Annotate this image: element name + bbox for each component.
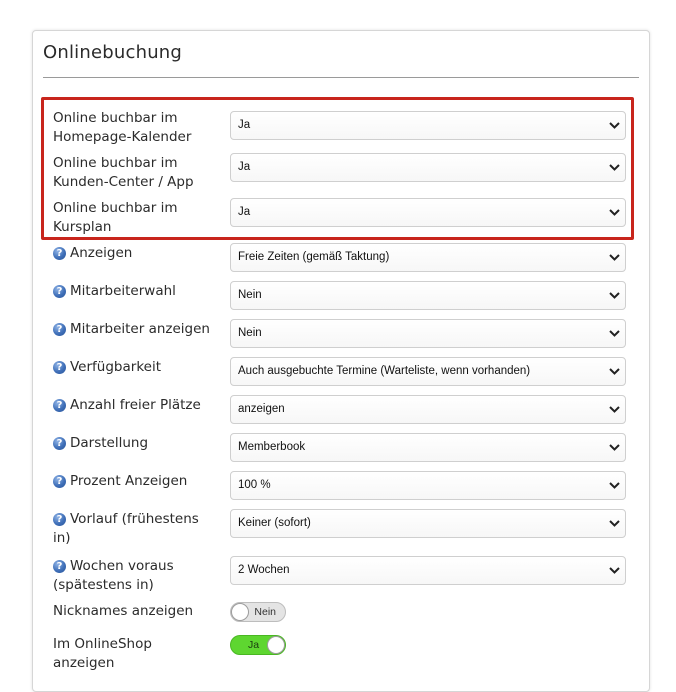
anzeigen-select[interactable]: Freie Zeiten (gemäß Taktung) (230, 243, 626, 272)
chevron-down-icon (608, 282, 622, 309)
select-value: 100 % (238, 479, 271, 491)
help-question-icon[interactable]: ? (53, 475, 66, 488)
field-label-text: Anzeigen (70, 245, 133, 261)
select-value: Keiner (sofort) (238, 517, 311, 529)
toggle-knob (267, 636, 285, 654)
field-label-text: Wochen voraus (spätestens in) (53, 558, 174, 593)
weeks-ahead-select[interactable]: 2 Wochen (230, 556, 626, 585)
title-divider (43, 77, 639, 78)
lead-time-select[interactable]: Keiner (sofort) (230, 509, 626, 538)
chevron-down-icon (608, 358, 622, 385)
chevron-down-icon (608, 112, 622, 139)
availability-select[interactable]: Auch ausgebuchte Termine (Warteliste, we… (230, 357, 626, 386)
online-booking-panel: Onlinebuchung Online buchbar im Homepage… (32, 30, 650, 692)
select-value: Ja (238, 206, 251, 218)
field-label-text: Mitarbeiter anzeigen (70, 321, 210, 337)
field-label: ? Wochen voraus (spätestens in) (53, 557, 213, 595)
select-value: 2 Wochen (238, 564, 290, 576)
onlineshop-toggle[interactable]: Ja (230, 635, 286, 655)
staff-choice-select[interactable]: Nein (230, 281, 626, 310)
field-label: ? Anzahl freier Plätze (53, 396, 221, 415)
help-question-icon[interactable]: ? (53, 247, 66, 260)
field-label-text: Verfügbarkeit (70, 359, 161, 375)
select-value: Nein (238, 327, 262, 339)
select-value: anzeigen (238, 403, 285, 415)
help-question-icon[interactable]: ? (53, 285, 66, 298)
select-value: Freie Zeiten (gemäß Taktung) (238, 251, 390, 263)
toggle-state-label: Ja (248, 639, 260, 651)
field-label-text: Darstellung (70, 435, 149, 451)
chevron-down-icon (608, 154, 622, 181)
help-question-icon[interactable]: ? (53, 560, 66, 573)
free-slots-select[interactable]: anzeigen (230, 395, 626, 424)
field-label: ? Darstellung (53, 434, 221, 453)
select-value: Ja (238, 161, 251, 173)
section-title: Onlinebuchung (43, 42, 183, 63)
chevron-down-icon (608, 557, 622, 584)
percent-select[interactable]: 100 % (230, 471, 626, 500)
field-label-text: Vorlauf (frühestens in) (53, 511, 199, 546)
chevron-down-icon (608, 199, 622, 226)
field-label: Online buchbar im Kunden-Center / App (53, 155, 194, 190)
field-label: Online buchbar im Kursplan (53, 200, 178, 235)
toggle-label: Nicknames anzeigen (53, 603, 194, 619)
nicknames-toggle[interactable]: Nein (230, 602, 286, 622)
help-question-icon[interactable]: ? (53, 361, 66, 374)
field-label: Online buchbar im Homepage-Kalender (53, 110, 192, 145)
select-value: Auch ausgebuchte Termine (Warteliste, we… (238, 365, 531, 377)
field-label: ? Mitarbeiterwahl (53, 282, 221, 301)
help-question-icon[interactable]: ? (53, 323, 66, 336)
chevron-down-icon (608, 472, 622, 499)
help-question-icon[interactable]: ? (53, 399, 66, 412)
chevron-down-icon (608, 396, 622, 423)
field-label: ? Vorlauf (frühestens in) (53, 510, 213, 548)
field-label: ? Mitarbeiter anzeigen (53, 320, 221, 339)
field-label: ? Anzeigen (53, 244, 221, 263)
help-question-icon[interactable]: ? (53, 437, 66, 450)
display-select[interactable]: Memberbook (230, 433, 626, 462)
show-staff-select[interactable]: Nein (230, 319, 626, 348)
field-label: ? Verfügbarkeit (53, 358, 221, 377)
select-value: Memberbook (238, 441, 306, 453)
chevron-down-icon (608, 244, 622, 271)
customer-center-select[interactable]: Ja (230, 153, 626, 182)
toggle-state-label: Nein (254, 606, 276, 618)
field-label-text: Mitarbeiterwahl (70, 283, 176, 299)
chevron-down-icon (608, 320, 622, 347)
help-question-icon[interactable]: ? (53, 513, 66, 526)
toggle-label: Im OnlineShop anzeigen (53, 636, 152, 671)
select-value: Nein (238, 289, 262, 301)
field-label: ? Prozent Anzeigen (53, 472, 221, 491)
toggle-knob (231, 603, 249, 621)
field-label-text: Anzahl freier Plätze (70, 397, 201, 413)
chevron-down-icon (608, 510, 622, 537)
course-plan-select[interactable]: Ja (230, 198, 626, 227)
chevron-down-icon (608, 434, 622, 461)
field-label-text: Prozent Anzeigen (70, 473, 188, 489)
select-value: Ja (238, 119, 251, 131)
homepage-calendar-select[interactable]: Ja (230, 111, 626, 140)
